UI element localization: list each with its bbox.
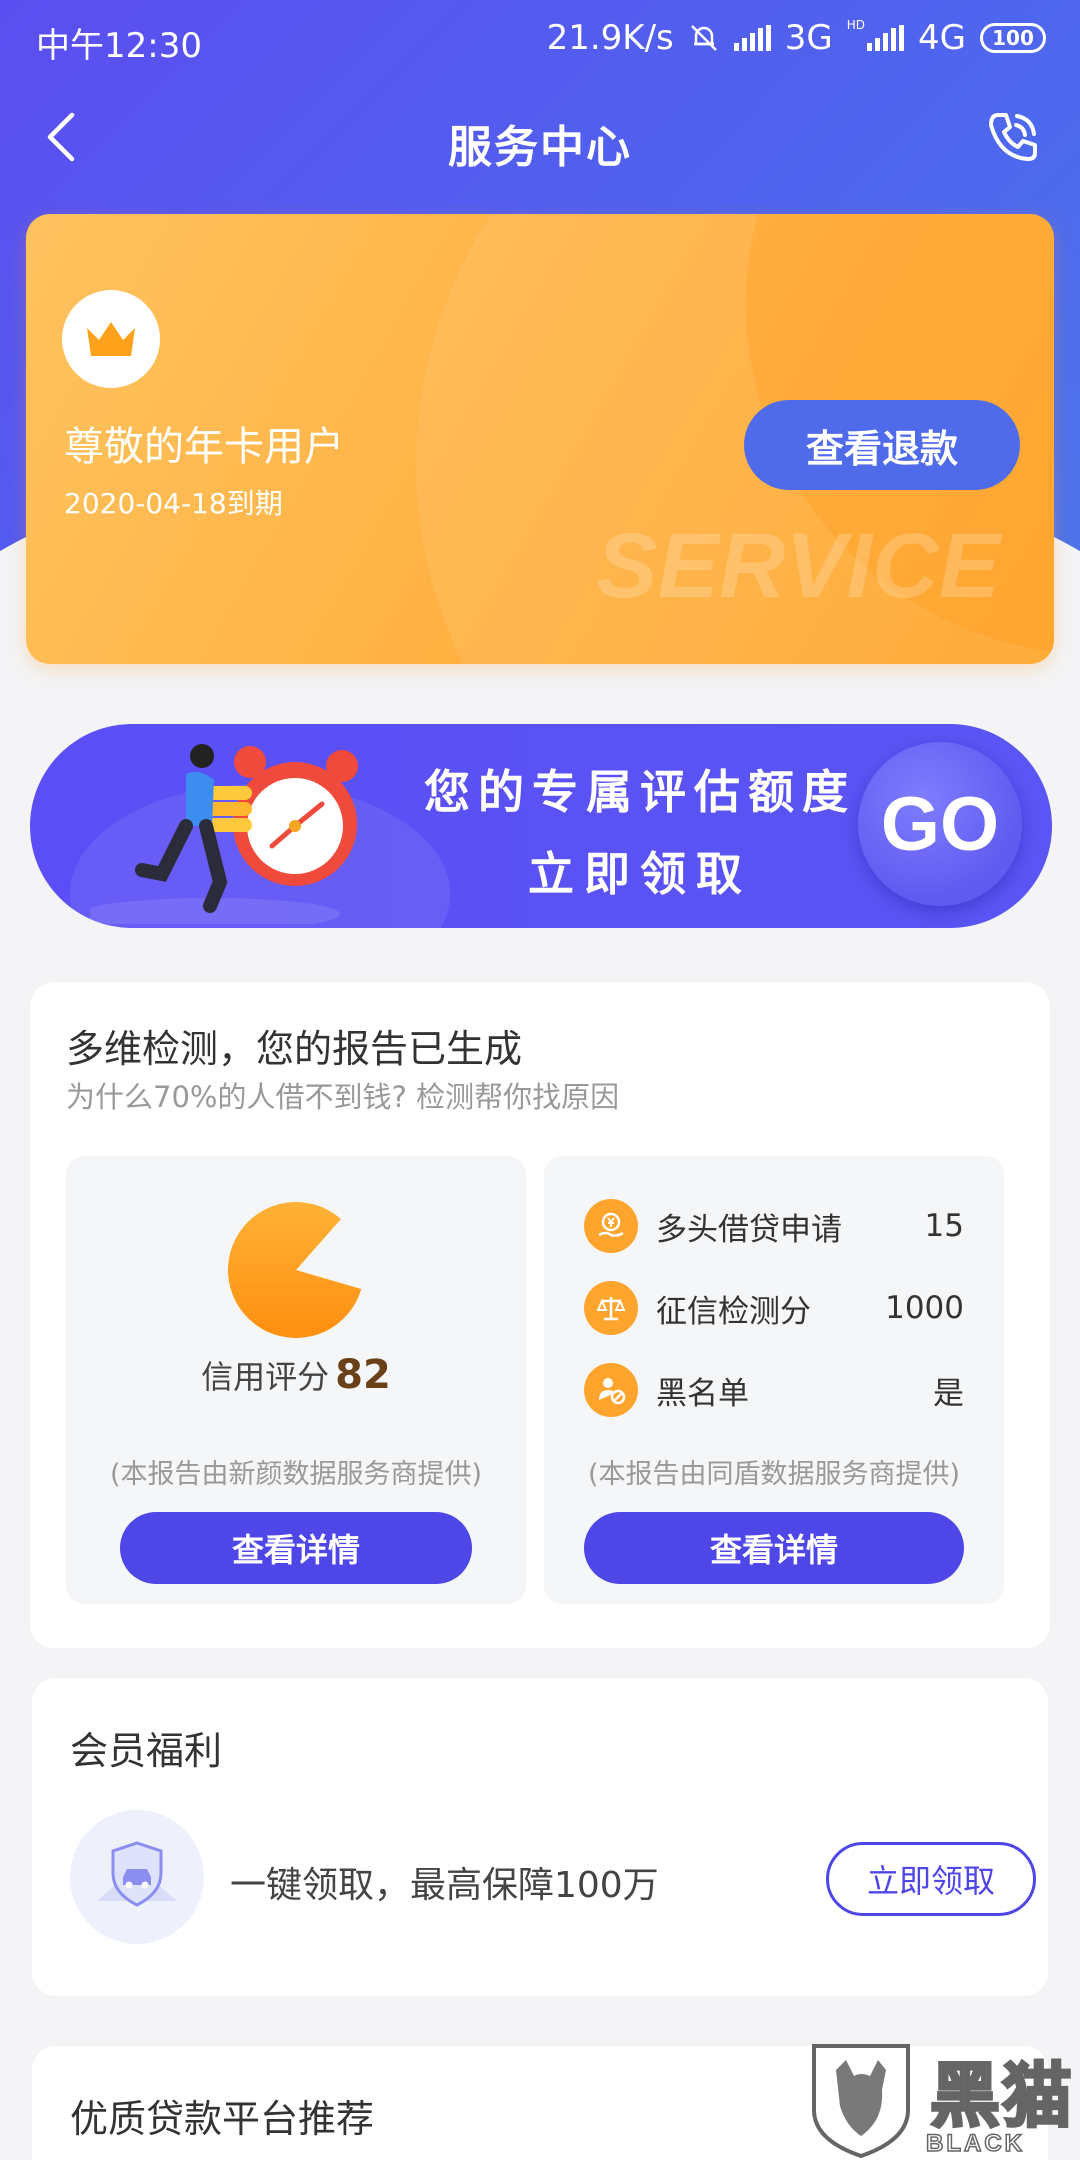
credit-score-line: 信用评分 82 (66, 1352, 526, 1398)
phone-icon[interactable] (980, 105, 1044, 169)
car-shield-icon (97, 1841, 177, 1907)
runner-clock-illustration (90, 744, 358, 924)
stat-value: 15 (924, 1208, 964, 1244)
stat-row-multi-loan: 多头借贷申请 15 (584, 1196, 964, 1256)
go-button[interactable]: GO (858, 742, 1022, 906)
network-3g: 3G (784, 18, 833, 58)
stat-label: 黑名单 (656, 1375, 749, 1412)
net-speed: 21.9K/s (546, 18, 674, 58)
view-details-button-right[interactable]: 查看详情 (584, 1512, 964, 1584)
credit-score-label: 信用评分 (201, 1358, 330, 1396)
watermark-cn: 黑猫 (929, 2054, 1074, 2139)
shield-badge (70, 1810, 204, 1944)
stat-row-blacklist: 黑名单 是 (584, 1360, 964, 1420)
stat-label: 多头借贷申请 (656, 1211, 842, 1248)
signal-icon (733, 25, 771, 51)
provider-note-right: (本报告由同盾数据服务商提供) (587, 1459, 961, 1490)
status-time: 中午12:30 (36, 26, 202, 66)
assessment-banner[interactable]: 您的专属评估额度 立即领取 GO (30, 724, 1052, 928)
watermark-en: BLACK CAT (925, 2129, 1025, 2160)
service-watermark: SERVICE (596, 515, 1000, 617)
yen-hand-icon (584, 1199, 638, 1253)
network-4g: 4G (918, 18, 966, 58)
assessment-headline: 您的专属评估额度 (424, 765, 856, 819)
stat-value: 是 (933, 1375, 964, 1412)
stat-value: 1000 (885, 1290, 964, 1326)
user-block-icon (584, 1363, 638, 1417)
risk-stats-card: 多头借贷申请 15 征信检测分 1000 黑名单 是 (本报告由同盾数据服务商提… (544, 1156, 1004, 1604)
report-panel: 多维检测，您的报告已生成 为什么70%的人借不到钱? 检测帮你找原因 信用评分 8… (30, 982, 1050, 1648)
cat-shield-icon (812, 2044, 910, 2158)
battery-icon: 100 (980, 23, 1046, 53)
bell-muted-icon (690, 25, 717, 51)
crown-badge (62, 290, 160, 388)
stat-label: 征信检测分 (656, 1293, 811, 1330)
member-card: 尊敬的年卡用户 2020-04-18到期 查看退款 SERVICE (26, 214, 1054, 664)
claim-now-button[interactable]: 立即领取 (826, 1842, 1036, 1916)
stat-row-credit-check: 征信检测分 1000 (584, 1278, 964, 1338)
member-expire-date: 2020-04-18到期 (64, 487, 283, 520)
provider-note-left: (本报告由新颜数据服务商提供) (109, 1459, 483, 1490)
signal-icon-2 (867, 25, 905, 51)
benefit-description: 一键领取，最高保障100万 (230, 1865, 659, 1906)
view-details-button-left[interactable]: 查看详情 (120, 1512, 472, 1584)
credit-score-slice (228, 1201, 362, 1338)
platform-title: 优质贷款平台推荐 (70, 2097, 375, 2141)
credit-score-pie (228, 1201, 362, 1338)
credit-score-value: 82 (335, 1352, 391, 1398)
crown-icon (87, 322, 135, 356)
member-benefits-panel: 会员福利 一键领取，最高保障100万 立即领取 (32, 1678, 1048, 1996)
scale-icon (584, 1281, 638, 1335)
report-subtitle: 为什么70%的人借不到钱? 检测帮你找原因 (66, 1080, 620, 1114)
report-title: 多维检测，您的报告已生成 (66, 1027, 523, 1071)
member-title: 尊敬的年卡用户 (64, 424, 344, 470)
hd-badge: HD (846, 18, 866, 32)
nav-bar: 服务中心 (0, 95, 1080, 185)
status-bar: 中午12:30 21.9K/s 3G HD 4G 100 (0, 0, 1080, 80)
page-title: 服务中心 (448, 122, 632, 173)
assessment-subline: 立即领取 (528, 847, 752, 901)
benefits-title: 会员福利 (70, 1729, 223, 1773)
blackcat-watermark: 黑猫 BLACK CAT (806, 2040, 1080, 2160)
view-refund-button[interactable]: 查看退款 (744, 400, 1020, 490)
credit-score-card: 信用评分 82 (本报告由新颜数据服务商提供) 查看详情 (66, 1156, 526, 1604)
